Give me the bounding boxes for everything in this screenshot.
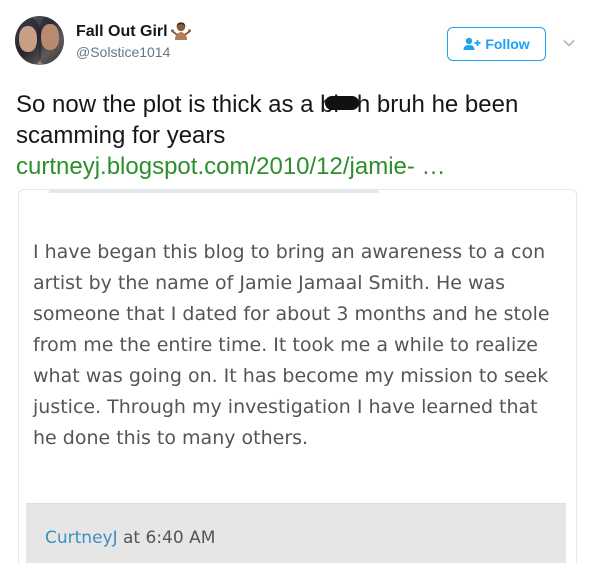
display-name[interactable]: Fall Out Girl xyxy=(76,23,168,41)
post-time[interactable]: 6:40 AM xyxy=(146,528,216,548)
tweet-text-part-1: So now the plot is thick as a bi xyxy=(16,91,339,118)
card-footer: CurtneyJ at 6:40 AM xyxy=(26,503,566,563)
add-user-icon xyxy=(463,37,481,50)
post-at: at xyxy=(123,528,141,548)
avatar[interactable] xyxy=(15,16,64,65)
post-author[interactable]: CurtneyJ xyxy=(45,528,118,548)
woman-shrug-emoji-icon xyxy=(170,22,191,40)
tweet-text: So now the plot is thick as a bi h bruh h… xyxy=(16,89,576,151)
post-meta: CurtneyJ at 6:40 AM xyxy=(45,528,215,548)
avatar-face-right xyxy=(41,24,59,50)
tweet-link[interactable]: curtneyj.blogspot.com/2010/12/jamie- … xyxy=(16,153,446,181)
censor-mark xyxy=(324,95,359,110)
user-handle[interactable]: @Solstice1014 xyxy=(76,44,170,60)
follow-label: Follow xyxy=(485,36,530,52)
card-body-text: I have began this blog to bring an aware… xyxy=(33,241,550,449)
chevron-down-icon[interactable] xyxy=(562,36,576,50)
follow-button[interactable]: Follow xyxy=(447,27,546,61)
account-name-line[interactable]: Fall Out Girl xyxy=(76,22,191,42)
avatar-face-left xyxy=(19,26,37,52)
link-preview-card[interactable]: I have began this blog to bring an aware… xyxy=(18,189,577,563)
card-top-cutoff xyxy=(49,190,379,193)
